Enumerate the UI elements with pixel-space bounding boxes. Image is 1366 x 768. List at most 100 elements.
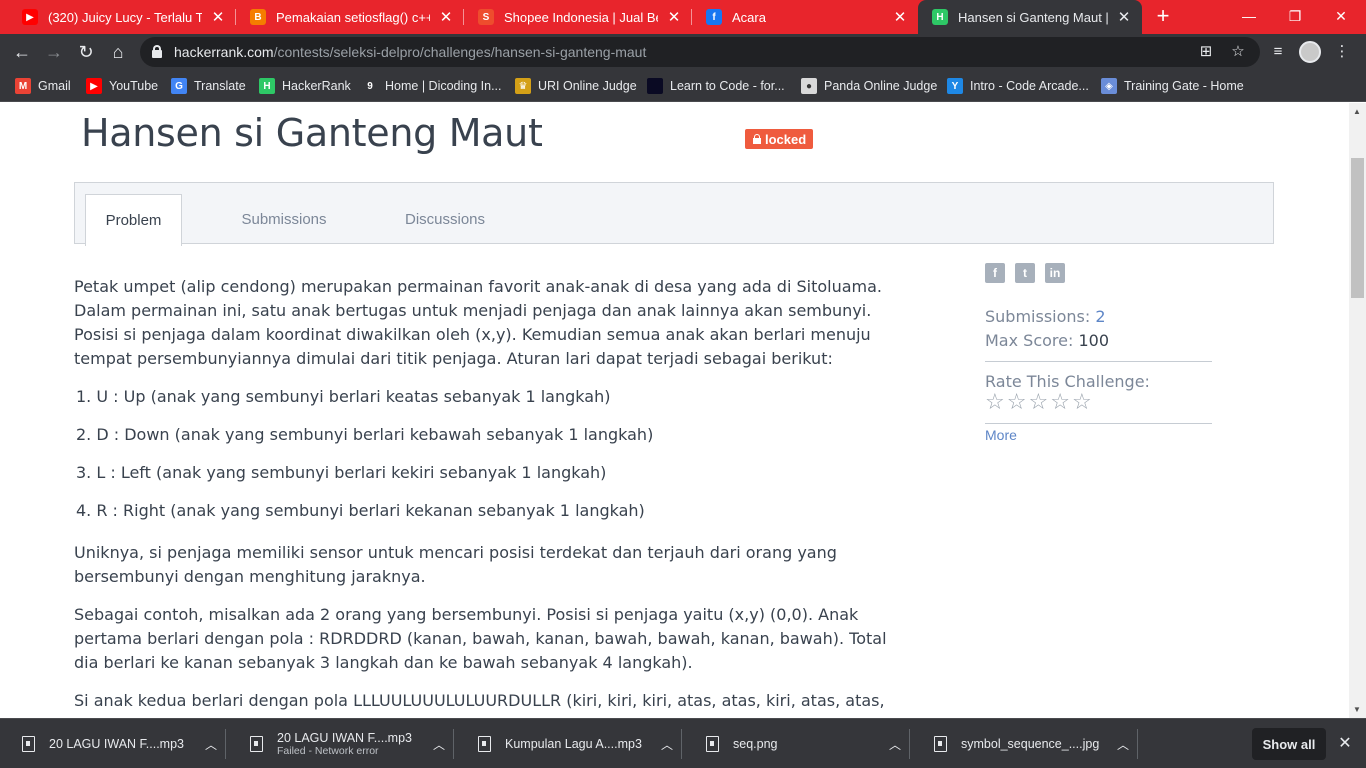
bookmark-label: Panda Online Judge — [824, 79, 938, 93]
hackerrank-icon: H — [932, 9, 948, 25]
tab-discussions[interactable]: Discussions — [387, 194, 503, 245]
close-icon[interactable]: ✕ — [892, 8, 908, 26]
dicoding-icon: 9 — [362, 78, 378, 94]
bookmark-translate[interactable]: G Translate — [171, 76, 246, 96]
close-icon[interactable]: ✕ — [438, 8, 454, 26]
download-item[interactable]: 20 LAGU IWAN F....mp3 ︿ — [0, 719, 226, 768]
translate-page-icon[interactable]: ⊞ — [1196, 42, 1216, 62]
training-gate-icon: ◈ — [1101, 78, 1117, 94]
submissions-stat: Submissions: 2 — [985, 305, 1212, 329]
download-name: symbol_sequence_....jpg — [961, 737, 1100, 751]
star-icon[interactable]: ☆ — [1072, 391, 1092, 413]
chevron-up-icon[interactable]: ︿ — [196, 736, 226, 753]
star-icon[interactable]: ☆ — [1028, 391, 1048, 413]
tab-title: Acara — [732, 9, 766, 25]
scroll-down-icon[interactable]: ▼ — [1353, 705, 1361, 714]
chevron-up-icon[interactable]: ︿ — [1108, 736, 1138, 753]
star-icon[interactable]: ☆ — [985, 391, 1005, 413]
bookmarks-bar: M Gmail ▶ YouTube G Translate H HackerRank 9… — [0, 70, 1366, 102]
status-badge-label: locked — [765, 131, 807, 147]
problem-paragraph: Petak umpet (alip cendong) merupakan per… — [74, 277, 883, 368]
tab-strip: ▶ (320) Juicy Lucy - Terlalu Tinggi ✕ B … — [0, 0, 1366, 34]
restore-icon[interactable]: ❐ — [1272, 0, 1318, 34]
bookmark-label: Translate — [194, 79, 246, 93]
show-all-button[interactable]: Show all — [1252, 728, 1326, 760]
share-buttons: f t in — [985, 263, 1212, 285]
bookmark-freecodecamp[interactable]: Learn to Code - for... — [647, 76, 785, 96]
browser-tab[interactable]: ▶ (320) Juicy Lucy - Terlalu Tinggi ✕ — [8, 0, 236, 34]
list-item: 2. D : Down (anak yang sembunyi berlari … — [76, 425, 654, 444]
lock-icon[interactable] — [152, 45, 162, 58]
scroll-up-icon[interactable]: ▲ — [1353, 107, 1361, 116]
bookmark-training-gate[interactable]: ◈ Training Gate - Home — [1101, 76, 1244, 96]
tab-submissions[interactable]: Submissions — [225, 194, 343, 245]
download-item[interactable]: Kumpulan Lagu A....mp3 ︿ — [456, 719, 682, 768]
close-icon[interactable]: ✕ — [1334, 733, 1356, 755]
uri-trophy-icon: ♛ — [515, 78, 531, 94]
download-name: seq.png — [733, 737, 778, 751]
problem-paragraph: Uniknya, si penjaga memiliki sensor untu… — [74, 543, 837, 586]
bookmark-star-icon[interactable]: ☆ — [1228, 42, 1248, 62]
tab-title: Pemakaian setiosflag() c++ — [276, 9, 430, 25]
window-close-icon[interactable]: ✕ — [1318, 0, 1364, 34]
bookmark-hackerrank[interactable]: H HackerRank — [259, 76, 351, 96]
address-bar[interactable]: hackerrank.com/contests/seleksi-delpro/c… — [140, 37, 1260, 67]
menu-icon[interactable]: ⋮ — [1330, 40, 1354, 64]
bookmark-codesignal[interactable]: Y Intro - Code Arcade... — [947, 76, 1089, 96]
scrollbar-thumb[interactable] — [1351, 158, 1364, 298]
close-icon[interactable]: ✕ — [1116, 8, 1132, 26]
rating-stars[interactable]: ☆ ☆ ☆ ☆ ☆ — [985, 391, 1212, 413]
profile-avatar[interactable] — [1299, 41, 1321, 63]
linkedin-icon[interactable]: in — [1045, 263, 1065, 283]
more-link[interactable]: More — [985, 427, 1212, 443]
download-item[interactable]: 20 LAGU IWAN F....mp3 Failed - Network er… — [228, 719, 454, 768]
gmail-icon: M — [15, 78, 31, 94]
browser-toolbar: ← → ↻ ⌂ hackerrank.com/contests/seleksi-… — [0, 34, 1366, 70]
star-icon[interactable]: ☆ — [1007, 391, 1027, 413]
page-scrollbar[interactable]: ▲ ▼ — [1349, 103, 1366, 718]
bookmark-gmail[interactable]: M Gmail — [15, 76, 71, 96]
problem-paragraph: Sebagai contoh, misalkan ada 2 orang yan… — [74, 605, 887, 672]
media-control-icon[interactable]: ≡ — [1266, 40, 1290, 64]
close-icon[interactable]: ✕ — [666, 8, 682, 26]
bookmark-panda[interactable]: ● Panda Online Judge — [801, 76, 937, 96]
tab-title: Hansen si Ganteng Maut | Seleksi — [958, 9, 1108, 25]
browser-tab-active[interactable]: H Hansen si Ganteng Maut | Seleksi ✕ — [918, 0, 1142, 34]
chevron-up-icon[interactable]: ︿ — [880, 736, 910, 753]
bookmark-youtube[interactable]: ▶ YouTube — [86, 76, 158, 96]
close-icon[interactable]: ✕ — [210, 8, 226, 26]
max-score-stat: Max Score: 100 — [985, 329, 1212, 353]
download-item[interactable]: seq.png ︿ — [684, 719, 910, 768]
file-icon — [250, 736, 263, 752]
facebook-icon[interactable]: f — [985, 263, 1005, 283]
bookmark-label: URI Online Judge — [538, 79, 637, 93]
chevron-up-icon[interactable]: ︿ — [652, 736, 682, 753]
chevron-up-icon[interactable]: ︿ — [424, 736, 454, 753]
browser-tab[interactable]: S Shopee Indonesia | Jual Beli di ✕ — [464, 0, 692, 34]
twitter-icon[interactable]: t — [1015, 263, 1035, 283]
star-icon[interactable]: ☆ — [1050, 391, 1070, 413]
forward-icon[interactable]: → — [40, 38, 68, 66]
download-item[interactable]: symbol_sequence_....jpg ︿ — [912, 719, 1138, 768]
home-icon[interactable]: ⌂ — [104, 38, 132, 66]
codesignal-icon: Y — [947, 78, 963, 94]
new-tab-button[interactable]: + — [1150, 0, 1176, 34]
shopee-icon: S — [478, 9, 494, 25]
bookmark-label: HackerRank — [282, 79, 351, 93]
download-bar: 20 LAGU IWAN F....mp3 ︿ 20 LAGU IWAN F..… — [0, 718, 1366, 768]
bookmark-dicoding[interactable]: 9 Home | Dicoding In... — [362, 76, 502, 96]
url-text[interactable]: hackerrank.com/contests/seleksi-delpro/c… — [174, 44, 646, 60]
bookmark-label: Home | Dicoding In... — [385, 79, 502, 93]
minimize-icon[interactable]: — — [1226, 0, 1272, 34]
browser-tab[interactable]: B Pemakaian setiosflag() c++ ✕ — [236, 0, 464, 34]
reload-icon[interactable]: ↻ — [72, 38, 100, 66]
bookmark-label: Training Gate - Home — [1124, 79, 1244, 93]
bookmark-uri[interactable]: ♛ URI Online Judge — [515, 76, 637, 96]
max-score-value: 100 — [1078, 331, 1110, 350]
submissions-link[interactable]: 2 — [1095, 307, 1105, 326]
back-icon[interactable]: ← — [8, 38, 36, 66]
tab-problem[interactable]: Problem — [85, 194, 182, 246]
page-content: Hansen si Ganteng Maut locked Problem Su… — [0, 103, 1349, 718]
browser-tab[interactable]: f Acara ✕ — [692, 0, 918, 34]
problem-paragraph: Si anak kedua berlari dengan pola LLLUUL… — [74, 691, 885, 718]
